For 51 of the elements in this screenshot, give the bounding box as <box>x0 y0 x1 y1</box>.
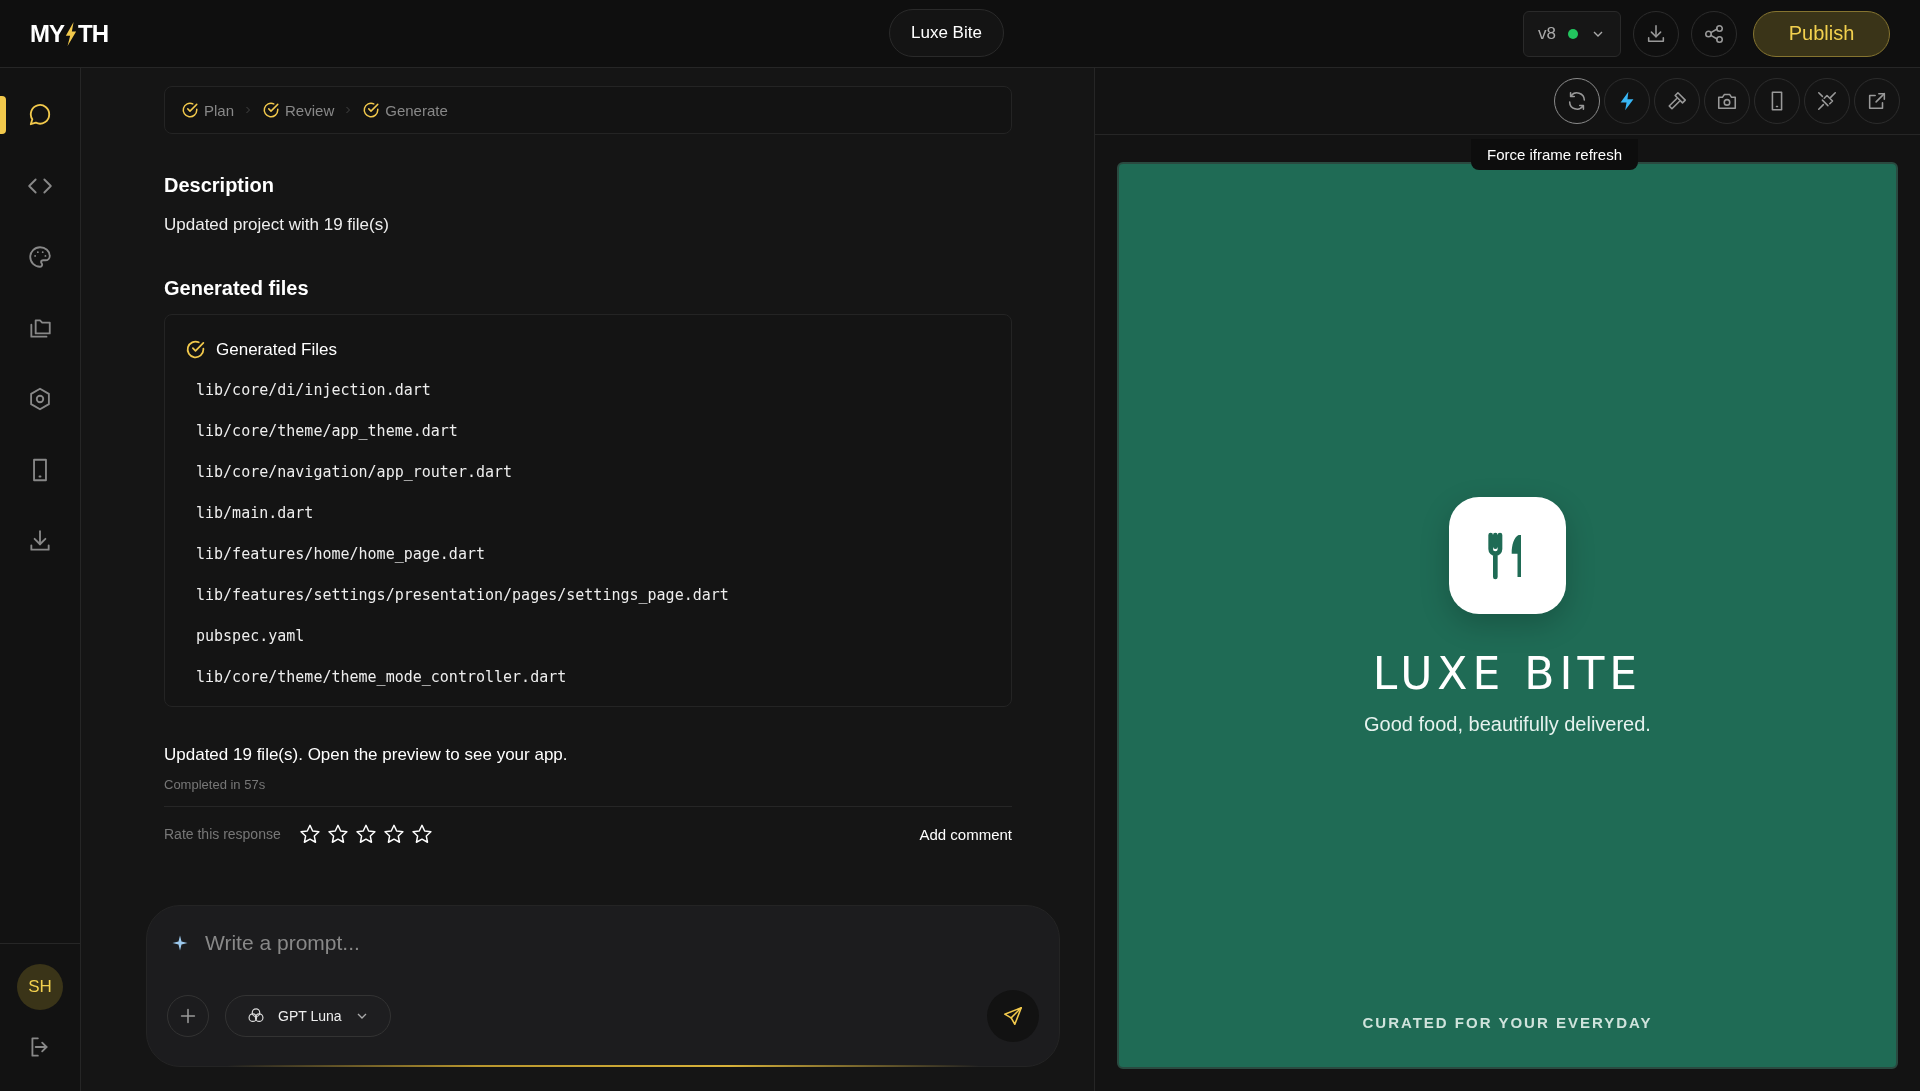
rating-label: Rate this response <box>164 826 281 842</box>
section-heading: Description <box>164 174 276 197</box>
star-icon[interactable] <box>326 823 349 845</box>
step-label: Plan <box>204 101 235 119</box>
section-heading: Generated files <box>164 277 310 300</box>
file-path: lib/features/settings/presentation/pages/settings_page.dart <box>196 585 730 606</box>
publish-button[interactable]: Publish <box>1753 10 1890 57</box>
version-dropdown[interactable]: v8 <box>1523 10 1621 57</box>
external-link-icon <box>1866 90 1888 112</box>
model-selector[interactable]: GPT Luna <box>225 995 391 1037</box>
logo-text: TH <box>78 19 108 48</box>
user-avatar[interactable]: SH <box>17 964 63 1010</box>
download-icon <box>1645 22 1667 45</box>
file-path: lib/features/home/home_page.dart <box>196 544 486 565</box>
summary-text: Updated 19 file(s). Open the preview to see your app. <box>164 745 569 765</box>
completion-time: Completed in 57s <box>164 777 1012 807</box>
app-title: LUXE BITE <box>1372 648 1643 699</box>
file-path: lib/main.dart <box>196 503 315 524</box>
file-path: lib/core/di/injection.dart <box>196 380 432 401</box>
file-path: lib/core/navigation/app_router.dart <box>196 462 514 483</box>
card-title: Generated Files <box>216 339 337 360</box>
file-path: lib/core/theme/app_theme.dart <box>196 421 459 442</box>
file-path: pubspec.yaml <box>196 626 306 647</box>
send-icon <box>1002 1005 1024 1027</box>
cutlery-icon <box>1449 497 1566 614</box>
settings-icon <box>27 385 53 412</box>
app-footer-text: CURATED FOR YOUR EVERYDAY <box>1362 1014 1653 1031</box>
download-icon <box>27 527 53 554</box>
chat-icon <box>27 101 53 128</box>
unplug-icon <box>1816 90 1838 112</box>
app-tagline: Good food, beautifully delivered. <box>1364 713 1651 736</box>
version-label: v8 <box>1538 23 1556 44</box>
share-icon <box>1703 22 1725 45</box>
prompt-input[interactable]: Write a prompt... <box>203 930 1039 956</box>
tooltip: Force iframe refresh <box>1471 139 1639 170</box>
star-icon[interactable] <box>298 823 321 845</box>
star-icon[interactable] <box>410 823 433 845</box>
hammer-icon <box>1666 90 1688 112</box>
file-path: lib/core/theme/theme_mode_controller.dart <box>196 667 568 688</box>
add-comment-link[interactable]: Add comment <box>919 825 1012 843</box>
step-label: Generate <box>385 101 448 119</box>
step-label: Review <box>285 101 335 119</box>
description-text: Updated project with 19 file(s) <box>164 215 390 235</box>
check-circle-icon <box>185 339 206 360</box>
star-icon[interactable] <box>354 823 377 845</box>
refresh-icon <box>1566 90 1588 112</box>
palette-icon <box>27 243 53 270</box>
logo-text: MY <box>30 19 64 48</box>
project-name-button[interactable]: Luxe Bite <box>889 9 1004 57</box>
send-button[interactable] <box>987 990 1039 1042</box>
star-icon[interactable] <box>382 823 405 845</box>
